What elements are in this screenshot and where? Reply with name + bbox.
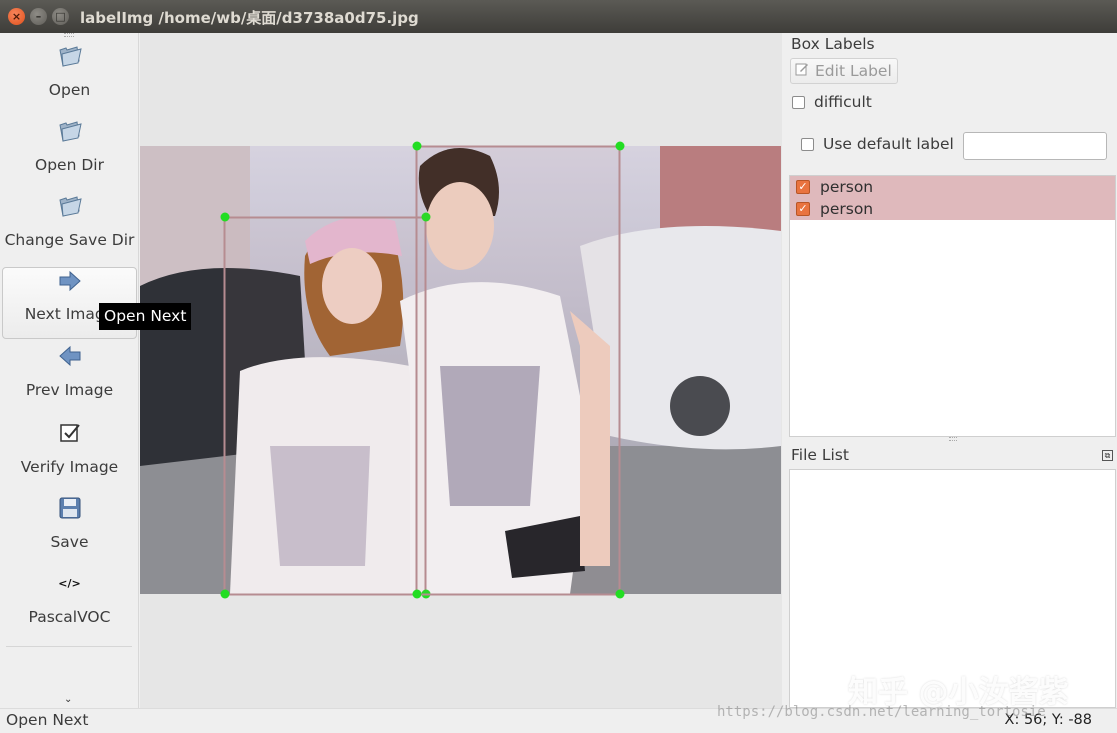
maximize-icon: □: [55, 10, 66, 23]
edit-label-button[interactable]: Edit Label: [790, 58, 898, 84]
arrow-left-icon: [58, 343, 82, 369]
window-title: labelImg /home/wb/桌面/d3738a0d75.jpg: [80, 9, 419, 27]
arrow-right-icon: [58, 268, 82, 294]
folder-open-icon: [57, 43, 83, 69]
pascalvoc-label: PascalVOC: [28, 608, 111, 626]
list-item[interactable]: ✓ person: [790, 176, 1115, 198]
floppy-disk-icon: [59, 495, 81, 521]
box-vertex-handle[interactable]: [220, 589, 230, 599]
edit-label-text: Edit Label: [815, 62, 892, 80]
float-dock-icon[interactable]: ⧉: [1102, 450, 1113, 461]
box-vertex-handle[interactable]: [615, 141, 625, 151]
bounding-box-layer[interactable]: [140, 33, 782, 708]
save-label: Save: [50, 533, 89, 551]
list-item[interactable]: ✓ person: [790, 198, 1115, 220]
change-save-dir-button[interactable]: Change Save Dir: [2, 183, 137, 255]
minimize-icon: –: [35, 10, 42, 23]
default-label-input[interactable]: [963, 132, 1107, 160]
maximize-window-button[interactable]: □: [52, 8, 69, 25]
status-message: Open Next: [6, 711, 89, 729]
right-dock: Box Labels Edit Label difficult Use defa…: [783, 33, 1117, 708]
main-toolbar: Open Open Dir Change Save Dir Next Image…: [0, 33, 139, 708]
tooltip: Open Next: [99, 303, 192, 330]
prev-image-button[interactable]: Prev Image: [2, 333, 137, 405]
use-default-label-text: Use default label: [823, 135, 954, 153]
box-labels-title: Box Labels: [791, 35, 875, 53]
close-icon: ×: [11, 10, 22, 23]
checked-checkbox-icon[interactable]: ✓: [796, 180, 810, 194]
prev-image-label: Prev Image: [25, 381, 114, 399]
chevron-down-icon[interactable]: ⌄: [64, 694, 72, 705]
use-default-label-row[interactable]: Use default label: [801, 135, 954, 153]
code-tag-icon: </>: [58, 576, 81, 590]
bounding-box-person-1[interactable]: [220, 212, 431, 599]
label-list[interactable]: ✓ person ✓ person: [789, 175, 1116, 437]
checkbox-icon: [59, 420, 81, 446]
label-name: person: [820, 200, 874, 218]
box-vertex-handle[interactable]: [615, 589, 625, 599]
difficult-checkbox-row[interactable]: difficult: [792, 93, 872, 111]
open-label: Open: [48, 81, 91, 99]
file-list-title: File List: [791, 446, 849, 464]
image-canvas[interactable]: [140, 33, 782, 708]
box-vertex-handle[interactable]: [412, 589, 422, 599]
folder-open-icon: [57, 118, 83, 144]
minimize-window-button[interactable]: –: [30, 8, 47, 25]
save-button[interactable]: Save: [2, 485, 137, 557]
toolbar-separator: [6, 646, 132, 647]
verify-image-label: Verify Image: [20, 458, 119, 476]
dock-splitter-handle[interactable]: [949, 437, 957, 441]
title-bar: × – □ labelImg /home/wb/桌面/d3738a0d75.jp…: [0, 0, 1117, 33]
change-save-dir-label: Change Save Dir: [4, 231, 135, 249]
use-default-label-checkbox[interactable]: [801, 137, 814, 151]
bounding-box-person-2[interactable]: [412, 141, 625, 599]
open-dir-button[interactable]: Open Dir: [2, 108, 137, 180]
open-dir-label: Open Dir: [35, 156, 104, 174]
close-window-button[interactable]: ×: [8, 8, 25, 25]
folder-open-icon: [57, 193, 83, 219]
verify-image-button[interactable]: Verify Image: [2, 410, 137, 482]
label-name: person: [820, 178, 874, 196]
box-vertex-handle[interactable]: [220, 212, 230, 222]
watermark-url: https://blog.csdn.net/learning_tortosie: [717, 704, 1046, 720]
box-vertex-handle[interactable]: [412, 141, 422, 151]
open-button[interactable]: Open: [2, 33, 137, 105]
difficult-checkbox[interactable]: [792, 95, 805, 109]
edit-icon: [795, 62, 809, 80]
pascalvoc-button[interactable]: </> PascalVOC: [2, 560, 137, 632]
difficult-label: difficult: [814, 93, 872, 111]
checked-checkbox-icon[interactable]: ✓: [796, 202, 810, 216]
